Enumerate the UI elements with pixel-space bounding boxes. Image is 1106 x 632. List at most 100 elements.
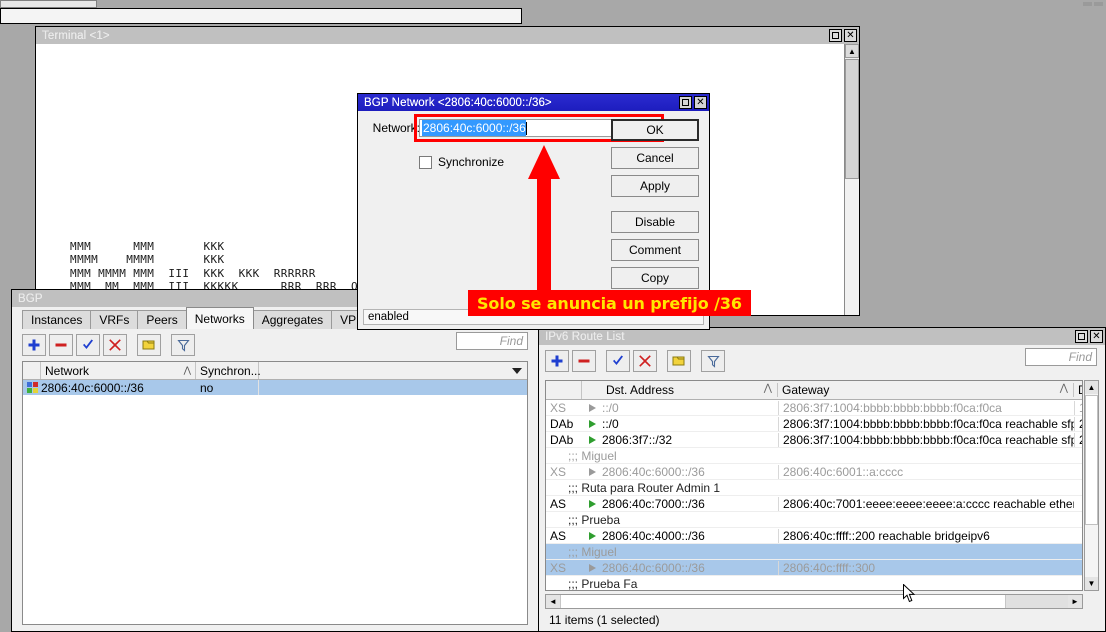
terminal-title: Terminal <1>: [42, 30, 829, 42]
col-flags: [546, 381, 582, 399]
route-active-indicator-icon: [582, 468, 602, 476]
route-active-indicator-icon: [582, 532, 602, 540]
remove-icon[interactable]: [49, 334, 73, 356]
tab-label: Peers: [146, 313, 177, 327]
table-row[interactable]: XS 2806:40c:6000::/36 2806:40c:6001::a:c…: [546, 464, 1082, 480]
cell-flags: DAb: [546, 417, 582, 431]
cell-dst-address: 2806:40c:6000::/36: [602, 561, 778, 575]
dialog-titlebar[interactable]: BGP Network <2806:40c:6000::/36> ✕: [358, 94, 709, 111]
enable-icon[interactable]: [606, 350, 630, 372]
tab-networks[interactable]: Networks: [186, 307, 254, 329]
chevron-down-icon[interactable]: [512, 368, 522, 374]
col-menu[interactable]: [259, 362, 527, 379]
scroll-up-icon[interactable]: ▲: [1085, 381, 1098, 394]
bgp-find-input[interactable]: Find: [456, 332, 528, 350]
scroll-right-icon[interactable]: ►: [1068, 595, 1082, 608]
col-dst-address[interactable]: Dst. Address ⋀: [602, 383, 778, 397]
table-row[interactable]: AS 2806:40c:4000::/36 2806:40c:ffff::200…: [546, 528, 1082, 544]
ipv6-status-bar: 11 items (1 selected): [545, 612, 1099, 628]
ipv6-route-list-window[interactable]: IPv6 Route List ✕ Find D: [538, 327, 1106, 632]
route-active-indicator-icon: [582, 404, 602, 412]
cell-gateway: 2806:40c:ffff::200 reachable bridgeipv6: [778, 529, 1074, 543]
disable-button[interactable]: Disable: [611, 211, 699, 233]
copy-button[interactable]: Copy: [611, 267, 699, 289]
tab-label: Instances: [31, 313, 82, 327]
table-row-comment[interactable]: ;;; Miguel: [546, 448, 1082, 464]
filter-icon[interactable]: [171, 334, 195, 356]
table-row[interactable]: DAb 2806:3f7::/32 2806:3f7:1004:bbbb:bbb…: [546, 432, 1082, 448]
ok-button[interactable]: OK: [611, 119, 699, 141]
close-icon[interactable]: ✕: [694, 96, 707, 109]
synchronize-checkbox[interactable]: [419, 156, 432, 169]
tab-aggregates[interactable]: Aggregates: [253, 310, 332, 329]
tab-peers[interactable]: Peers: [137, 310, 186, 329]
terminal-scrollbar[interactable]: ▲: [844, 44, 859, 315]
table-row[interactable]: XS 2806:40c:6000::/36 2806:40c:ffff::300: [546, 560, 1082, 576]
remove-icon[interactable]: [572, 350, 596, 372]
table-row-comment[interactable]: ;;; Miguel: [546, 544, 1082, 560]
ipv6-horizontal-scrollbar[interactable]: ◄ ►: [545, 594, 1083, 609]
sort-ascending-icon: ⋀: [184, 365, 191, 376]
table-row-comment[interactable]: ;;; Ruta para Router Admin 1: [546, 480, 1082, 496]
add-icon[interactable]: [22, 334, 46, 356]
col-distance-label: Distance: [1078, 383, 1082, 397]
col-gateway[interactable]: Gateway ⋀: [778, 383, 1074, 397]
enable-icon[interactable]: [76, 334, 100, 356]
ipv6-titlebar[interactable]: IPv6 Route List ✕: [539, 328, 1105, 345]
table-row-comment[interactable]: ;;; Prueba Fa: [546, 576, 1082, 591]
scroll-down-icon[interactable]: ▼: [1085, 577, 1098, 590]
col-synchronize[interactable]: Synchron...: [196, 362, 259, 379]
scroll-up-icon[interactable]: ▲: [845, 44, 859, 58]
terminal-titlebar[interactable]: Terminal <1> ✕: [36, 27, 859, 44]
ipv6-toolbar[interactable]: Find: [539, 348, 1105, 374]
table-row-comment[interactable]: ;;; Prueba: [546, 512, 1082, 528]
tab-label: Networks: [195, 312, 245, 326]
maximize-icon[interactable]: [829, 29, 842, 42]
dialog-button-column[interactable]: OK Cancel Apply Disable Comment Copy: [611, 119, 699, 304]
bgp-table-header: Network ⋀ Synchron...: [23, 362, 527, 380]
ipv6-find-input[interactable]: Find: [1025, 348, 1097, 366]
ipv6-route-table[interactable]: Dst. Address ⋀ Gateway ⋀ Distance XS ::/…: [545, 380, 1083, 591]
table-row[interactable]: XS ::/0 2806:3f7:1004:bbbb:bbbb:bbbb:f0c…: [546, 400, 1082, 416]
cell-comment: ;;; Prueba Fa: [546, 577, 637, 591]
scroll-left-icon[interactable]: ◄: [546, 595, 560, 608]
ipv6-window-buttons[interactable]: ✕: [1075, 330, 1103, 343]
ipv6-window-title: IPv6 Route List: [545, 331, 1075, 343]
ipv6-vertical-scrollbar[interactable]: ▲ ▼: [1084, 380, 1099, 591]
bgp-networks-table[interactable]: Network ⋀ Synchron... 2806:40c:6000::/36…: [22, 361, 528, 625]
disable-icon[interactable]: [633, 350, 657, 372]
synchronize-row[interactable]: Synchronize: [419, 155, 504, 169]
table-row[interactable]: AS 2806:40c:7000::/36 2806:40c:7001:eeee…: [546, 496, 1082, 512]
bg-win-close-icon: [1094, 2, 1103, 6]
close-icon[interactable]: ✕: [844, 29, 857, 42]
route-active-indicator-icon: [582, 564, 602, 572]
ipv6-scroll-thumb[interactable]: [1085, 395, 1098, 525]
hscroll-track[interactable]: [560, 595, 1006, 608]
maximize-icon[interactable]: [1075, 330, 1088, 343]
terminal-window-buttons[interactable]: ✕: [829, 29, 857, 42]
bgp-window[interactable]: BGP Instances VRFs Peers Networks Aggreg…: [11, 289, 539, 632]
hscroll-pad: [1006, 595, 1068, 608]
tab-instances[interactable]: Instances: [22, 310, 91, 329]
comment-icon[interactable]: [667, 350, 691, 372]
cell-comment: ;;; Prueba: [546, 513, 620, 527]
table-row[interactable]: DAb ::/0 2806:3f7:1004:bbbb:bbbb:bbbb:f0…: [546, 416, 1082, 432]
bgp-toolbar[interactable]: Find: [12, 332, 538, 358]
col-distance[interactable]: Distance: [1074, 383, 1082, 397]
comment-icon[interactable]: [137, 334, 161, 356]
col-network[interactable]: Network ⋀: [41, 362, 196, 379]
disable-icon[interactable]: [103, 334, 127, 356]
comment-button[interactable]: Comment: [611, 239, 699, 261]
terminal-scroll-thumb[interactable]: [845, 59, 859, 179]
tab-vrfs[interactable]: VRFs: [90, 310, 138, 329]
cancel-button[interactable]: Cancel: [611, 147, 699, 169]
close-icon[interactable]: ✕: [1090, 330, 1103, 343]
sort-ascending-icon: ⋀: [1060, 383, 1068, 394]
add-icon[interactable]: [545, 350, 569, 372]
maximize-icon[interactable]: [679, 96, 692, 109]
dialog-window-buttons[interactable]: ✕: [679, 96, 707, 109]
filter-icon[interactable]: [701, 350, 725, 372]
apply-button[interactable]: Apply: [611, 175, 699, 197]
cell-dst-address: ::/0: [602, 401, 778, 415]
table-row[interactable]: 2806:40c:6000::/36 no: [23, 380, 527, 395]
